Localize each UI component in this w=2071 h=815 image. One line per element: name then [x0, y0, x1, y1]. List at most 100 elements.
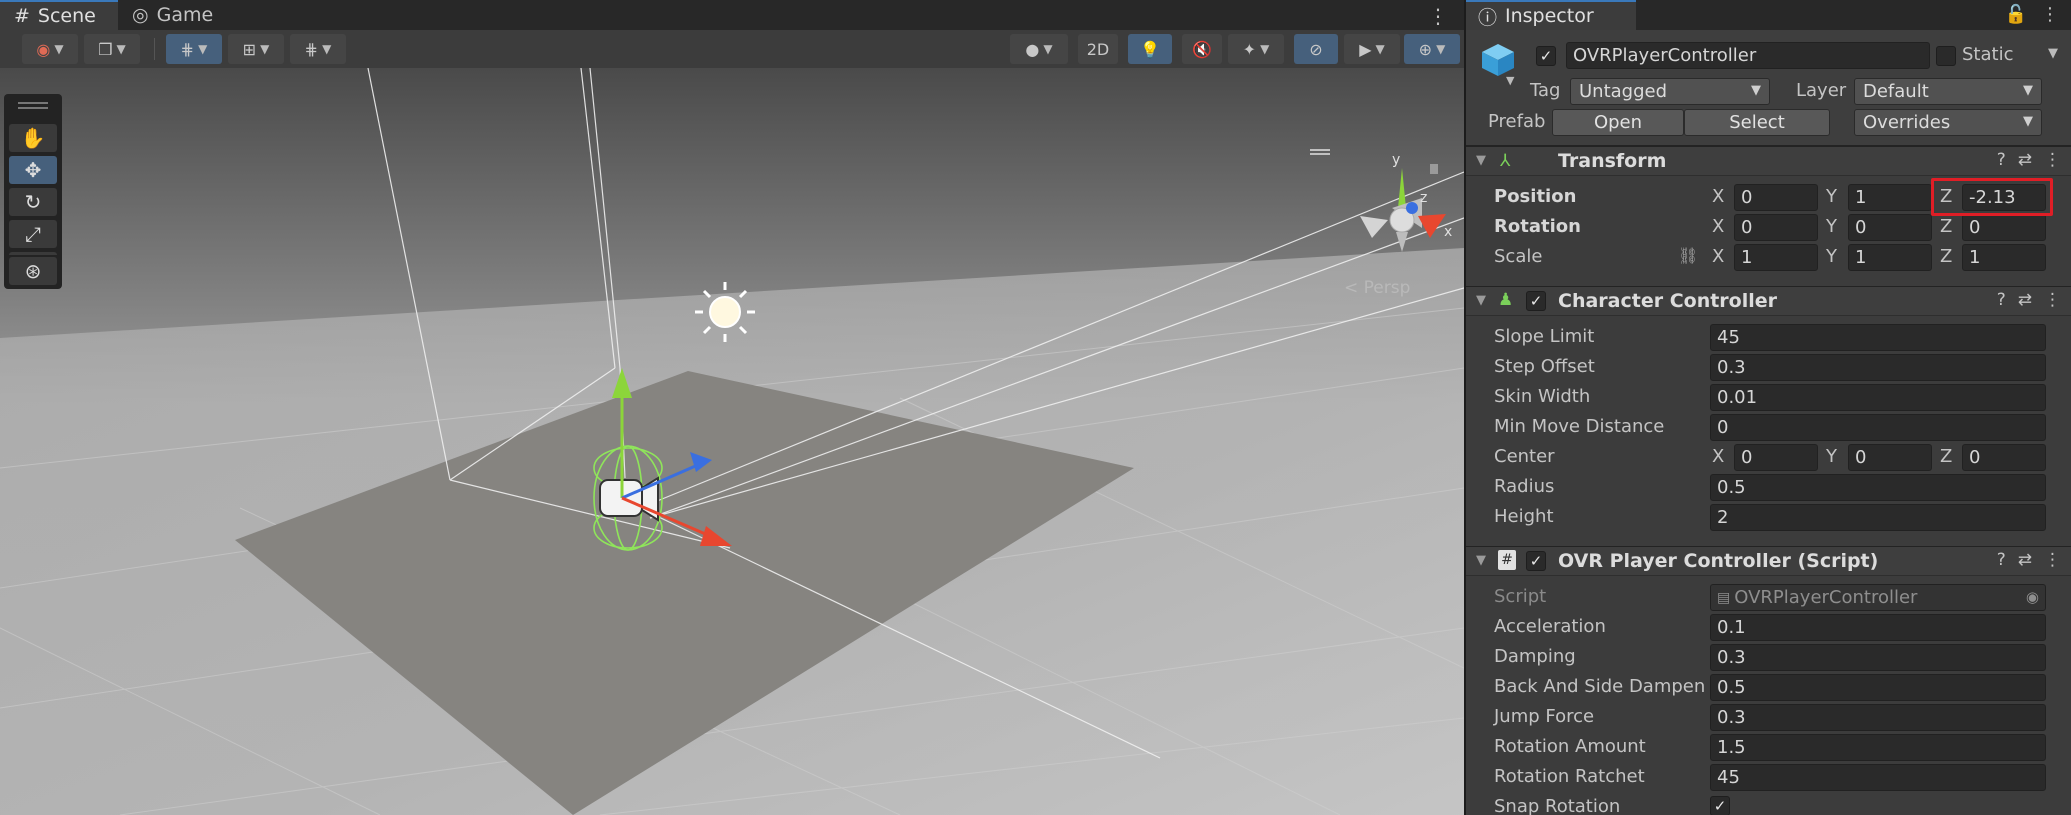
preset-icon[interactable]: ⇄ [2018, 290, 2032, 310]
camera-dropdown[interactable]: ▶ ▼ [1344, 34, 1400, 64]
radius-field[interactable]: 0.5 [1710, 474, 2046, 501]
back-and-side-dampen-field[interactable]: 0.5 [1710, 674, 2046, 701]
chevron-down-icon[interactable]: ▼ [1506, 74, 1514, 87]
prefab-select-button[interactable]: Select [1684, 109, 1830, 136]
axis-x-label[interactable]: X [1712, 186, 1724, 207]
prefab-open-button[interactable]: Open [1552, 109, 1684, 136]
more-menu-icon[interactable]: ⋮ [2041, 4, 2059, 25]
tag-dropdown[interactable]: Untagged ▼ [1570, 78, 1770, 105]
lock-icon[interactable] [1430, 164, 1438, 174]
center-y-field[interactable]: 0 [1848, 444, 1932, 471]
scale-y-field[interactable]: 1 [1848, 244, 1932, 271]
object-name-field[interactable]: OVRPlayerController [1566, 42, 1930, 69]
grid-snap-toggle[interactable]: ⋕ ▼ [166, 34, 222, 64]
effects-icon: ✦ [1242, 39, 1257, 59]
mode-2d-label: 2D [1086, 39, 1110, 59]
center-x-field[interactable]: 0 [1734, 444, 1818, 471]
damping-field[interactable]: 0.3 [1710, 644, 2046, 671]
scale-z-field[interactable]: 1 [1962, 244, 2046, 271]
visibility-toggle[interactable]: ⊘ [1294, 34, 1338, 64]
axis-x-label[interactable]: X [1712, 446, 1724, 467]
foldout-icon[interactable]: ▼ [1476, 553, 1486, 568]
gamepad-icon: ◎ [132, 4, 149, 26]
snap-increment-dropdown[interactable]: ⊞ ▼ [228, 34, 284, 64]
axis-z-label[interactable]: Z [1940, 216, 1952, 237]
prefab-label: Prefab [1488, 111, 1546, 132]
axis-y-label[interactable]: Y [1826, 186, 1837, 207]
chevron-down-icon: ▼ [2023, 114, 2033, 129]
center-z-field[interactable]: 0 [1962, 444, 2046, 471]
axis-x-label[interactable]: X [1712, 216, 1724, 237]
scene-viewport[interactable]: y z x < Persp [0, 68, 1464, 815]
rotation-amount-field[interactable]: 1.5 [1710, 734, 2046, 761]
static-checkbox[interactable] [1936, 46, 1956, 66]
palette-handle[interactable] [18, 102, 48, 104]
ovr-script-enabled-checkbox[interactable]: ✓ [1526, 551, 1546, 571]
transform-header[interactable]: ▼ ⅄ Transform ? ⇄ ⋮ [1466, 146, 2071, 176]
grid-visibility-dropdown[interactable]: ⋕ ▼ [290, 34, 346, 64]
rotation-y-field[interactable]: 0 [1848, 214, 1932, 241]
chevron-down-icon[interactable]: ▼ [2048, 46, 2058, 61]
rotation-ratchet-field[interactable]: 45 [1710, 764, 2046, 791]
more-menu-icon[interactable]: ⋮ [2044, 550, 2061, 570]
overrides-dropdown[interactable]: Overrides ▼ [1854, 109, 2042, 136]
help-icon[interactable]: ? [1997, 150, 2006, 170]
snap-rotation-checkbox[interactable]: ✓ [1710, 796, 1730, 815]
rotate-tool[interactable]: ↻ [9, 188, 57, 216]
gizmos-dropdown[interactable]: ⊕ ▼ [1404, 34, 1460, 64]
axis-z-label[interactable]: Z [1940, 246, 1952, 267]
rotation-z-field[interactable]: 0 [1962, 214, 2046, 241]
lock-icon[interactable]: 🔓 [2005, 4, 2027, 25]
help-icon[interactable]: ? [1997, 290, 2006, 310]
more-menu-icon[interactable]: ⋮ [2044, 290, 2061, 310]
acceleration-field[interactable]: 0.1 [1710, 614, 2046, 641]
persp-label[interactable]: < Persp [1344, 278, 1410, 298]
axis-x-label[interactable]: X [1712, 246, 1724, 267]
character-controller-enabled-checkbox[interactable]: ✓ [1526, 291, 1546, 311]
tab-scene[interactable]: # Scene [0, 0, 118, 30]
unlink-icon[interactable]: ⛓ [1678, 246, 1698, 265]
axis-y-label[interactable]: Y [1826, 446, 1837, 467]
shading-mode-dropdown[interactable]: ● ▼ [1010, 34, 1068, 64]
axis-y-label[interactable]: Y [1826, 246, 1837, 267]
tab-game[interactable]: ◎ Game [118, 0, 228, 30]
foldout-icon[interactable]: ▼ [1476, 153, 1486, 168]
step-offset-field[interactable]: 0.3 [1710, 354, 2046, 381]
active-checkbox[interactable]: ✓ [1536, 46, 1556, 66]
jump-force-field[interactable]: 0.3 [1710, 704, 2046, 731]
scale-x-field[interactable]: 1 [1734, 244, 1818, 271]
skin-width-field[interactable]: 0.01 [1710, 384, 2046, 411]
more-menu-icon[interactable]: ⋮ [1428, 4, 1448, 28]
object-picker-icon[interactable]: ◉ [2026, 588, 2039, 606]
preset-icon[interactable]: ⇄ [2018, 150, 2032, 170]
draw-mode-dropdown[interactable]: ◉ ▼ [22, 34, 78, 64]
axis-y-label[interactable]: Y [1826, 216, 1837, 237]
move-tool[interactable]: ✥ [9, 156, 57, 184]
preset-icon[interactable]: ⇄ [2018, 550, 2032, 570]
layer-dropdown[interactable]: Default ▼ [1854, 78, 2042, 105]
audio-toggle[interactable]: 🔇 [1182, 34, 1222, 64]
hand-tool[interactable]: ✋ [9, 124, 57, 152]
transform-tool[interactable]: ⊛ [9, 257, 57, 285]
position-x-field[interactable]: 0 [1734, 184, 1818, 211]
foldout-icon[interactable]: ▼ [1476, 293, 1486, 308]
effects-dropdown[interactable]: ✦ ▼ [1228, 34, 1284, 64]
scale-tool[interactable]: ⤢ [9, 220, 57, 248]
position-y-field[interactable]: 1 [1848, 184, 1932, 211]
mode-2d-toggle[interactable]: 2D [1078, 34, 1118, 64]
ovr-script-header[interactable]: ▼ # ✓ OVR Player Controller (Script) ? ⇄… [1466, 546, 2071, 576]
slope-limit-field[interactable]: 45 [1710, 324, 2046, 351]
height-field[interactable]: 2 [1710, 504, 2046, 531]
axis-z-label[interactable]: Z [1940, 446, 1952, 467]
min-move-distance-field[interactable]: 0 [1710, 414, 2046, 441]
lighting-toggle[interactable]: 💡 [1128, 34, 1172, 64]
rotation-x-field[interactable]: 0 [1734, 214, 1818, 241]
tab-inspector[interactable]: ⓘ Inspector [1466, 0, 1636, 30]
script-object-field[interactable]: ▤ OVRPlayerController ◉ [1710, 584, 2046, 611]
more-menu-icon[interactable]: ⋮ [2044, 150, 2061, 170]
chevron-down-icon: ▼ [260, 42, 270, 56]
eye-slash-icon: ⊘ [1309, 39, 1323, 59]
help-icon[interactable]: ? [1997, 550, 2006, 570]
character-controller-header[interactable]: ▼ ♟ ✓ Character Controller ? ⇄ ⋮ [1466, 286, 2071, 316]
render-mode-dropdown[interactable]: ❒ ▼ [84, 34, 140, 64]
